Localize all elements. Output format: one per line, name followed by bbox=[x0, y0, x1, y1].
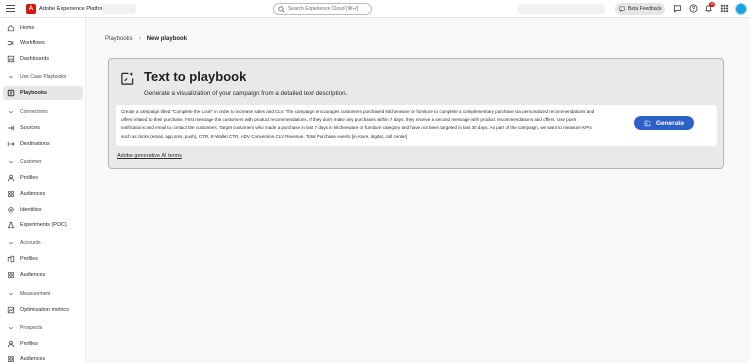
sidebar-item-label: Audiences bbox=[20, 272, 46, 278]
breadcrumb-separator: › bbox=[138, 36, 141, 42]
sidebar-item-sources[interactable]: Sources bbox=[0, 121, 86, 135]
fingerprint-icon bbox=[7, 206, 15, 214]
sidebar-item-label: Home bbox=[20, 25, 35, 31]
section-accounts[interactable]: Accounts bbox=[0, 237, 86, 249]
sidebar-item-label: Profiles bbox=[20, 175, 38, 181]
chevron-down-icon bbox=[8, 241, 14, 245]
avatar[interactable] bbox=[735, 3, 747, 15]
panel-title: Text to playbook bbox=[144, 69, 247, 84]
sidebar-item-label: Audiences bbox=[20, 356, 46, 362]
sidebar-item-label: Dashboards bbox=[20, 56, 50, 62]
sidebar-item-accounts-profiles[interactable]: Profiles bbox=[0, 252, 86, 266]
sidebar-item-optimization-metrics[interactable]: Optimization metrics bbox=[0, 303, 86, 317]
person-icon bbox=[7, 174, 15, 182]
search-icon bbox=[278, 5, 285, 13]
prompt-text[interactable]: Create a campaign titled "Complete the L… bbox=[121, 108, 596, 141]
generate-label: Generate bbox=[655, 119, 685, 127]
search-placeholder: Search Experience Cloud [⌘+/] bbox=[288, 6, 359, 12]
sidebar-item-label: Audiences bbox=[20, 191, 46, 197]
audiences-icon bbox=[7, 355, 15, 363]
home-icon bbox=[7, 24, 15, 32]
sidebar-item-dashboards[interactable]: Dashboards bbox=[0, 52, 86, 66]
flask-icon bbox=[7, 221, 15, 229]
sidebar-item-experiments[interactable]: Experiments (POC) bbox=[0, 218, 86, 232]
sidebar-item-prospects-audiences[interactable]: Audiences bbox=[0, 352, 86, 363]
dashboard-icon bbox=[7, 55, 15, 63]
sidebar-item-customer-profiles[interactable]: Profiles bbox=[0, 171, 86, 185]
beta-feedback-button[interactable]: Beta Feedback bbox=[615, 3, 665, 15]
building-icon bbox=[7, 255, 15, 263]
sidebar-item-destinations[interactable]: Destinations bbox=[0, 137, 86, 151]
sidebar-item-label: Profiles bbox=[20, 256, 38, 262]
menu-icon[interactable] bbox=[6, 4, 15, 13]
sidebar-item-prospects-profiles[interactable]: Profiles bbox=[0, 337, 86, 351]
generate-icon bbox=[644, 120, 651, 126]
audiences-icon bbox=[7, 271, 15, 279]
breadcrumb: Playbooks › New playbook bbox=[105, 36, 187, 42]
sandbox-switcher[interactable] bbox=[518, 4, 605, 14]
section-label: Use Case Playbooks bbox=[20, 74, 67, 80]
prompt-textarea[interactable]: Create a campaign titled "Complete the L… bbox=[116, 105, 717, 146]
section-label: Prospects bbox=[20, 325, 43, 331]
generate-ai-icon bbox=[121, 71, 134, 85]
sidebar-item-label: Profiles bbox=[20, 341, 38, 347]
beta-feedback-label: Beta Feedback bbox=[628, 6, 662, 12]
sidebar: Home Workflows Dashboards Use Case Playb… bbox=[0, 18, 86, 363]
section-use-case-playbooks[interactable]: Use Case Playbooks bbox=[0, 71, 86, 83]
section-label: Accounts bbox=[20, 240, 41, 246]
sidebar-item-label: Destinations bbox=[20, 141, 50, 147]
sidebar-item-label: Experiments (POC) bbox=[20, 222, 67, 228]
chat-icon[interactable] bbox=[673, 4, 682, 13]
chevron-down-icon bbox=[8, 160, 14, 164]
sidebar-item-label: Optimization metrics bbox=[20, 307, 69, 313]
chevron-down-icon bbox=[8, 326, 14, 330]
sidebar-item-accounts-audiences[interactable]: Audiences bbox=[0, 268, 86, 282]
person-icon bbox=[7, 340, 15, 348]
ai-terms-link[interactable]: Adobe generative AI terms bbox=[117, 153, 182, 159]
sidebar-item-home[interactable]: Home bbox=[0, 21, 86, 35]
generate-button[interactable]: Generate bbox=[634, 116, 694, 130]
chevron-down-icon bbox=[8, 75, 14, 79]
sidebar-item-customer-audiences[interactable]: Audiences bbox=[0, 187, 86, 201]
panel-subtitle: Generate a visualization of your campaig… bbox=[144, 90, 348, 97]
section-measurement[interactable]: Measurement bbox=[0, 288, 86, 300]
section-label: Connections bbox=[20, 109, 48, 115]
sidebar-item-identities[interactable]: Identities bbox=[0, 203, 86, 217]
top-bar: A Adobe Experience Platform Search Exper… bbox=[0, 0, 750, 18]
workflow-icon bbox=[7, 39, 15, 47]
sidebar-item-workflows[interactable]: Workflows bbox=[0, 36, 86, 50]
feedback-icon bbox=[619, 6, 625, 12]
section-connections[interactable]: Connections bbox=[0, 106, 86, 118]
logo-letter: A bbox=[28, 6, 34, 12]
sidebar-item-playbooks[interactable]: Playbooks bbox=[3, 86, 83, 100]
search-field[interactable]: Search Experience Cloud [⌘+/] bbox=[273, 3, 372, 15]
org-switcher[interactable] bbox=[102, 4, 136, 14]
section-customer[interactable]: Customer bbox=[0, 156, 86, 168]
sidebar-item-label: Identities bbox=[20, 207, 42, 213]
metrics-icon bbox=[7, 306, 15, 314]
chevron-down-icon bbox=[8, 110, 14, 114]
app-title[interactable]: Adobe Experience Platform bbox=[39, 4, 107, 14]
adobe-logo[interactable]: A bbox=[26, 4, 36, 14]
sidebar-item-label: Sources bbox=[20, 125, 40, 131]
sources-icon bbox=[7, 124, 15, 132]
notification-badge: 10 bbox=[709, 2, 715, 7]
help-icon[interactable] bbox=[689, 4, 698, 13]
playbook-icon bbox=[7, 89, 15, 97]
apps-grid-icon[interactable] bbox=[720, 4, 729, 13]
chevron-down-icon bbox=[8, 292, 14, 296]
text-to-playbook-panel: Text to playbook Generate a visualizatio… bbox=[108, 58, 724, 169]
section-label: Customer bbox=[20, 159, 42, 165]
sidebar-item-label: Workflows bbox=[20, 40, 45, 46]
section-label: Measurement bbox=[20, 291, 51, 297]
destinations-icon bbox=[7, 140, 15, 148]
breadcrumb-current: New playbook bbox=[146, 36, 188, 42]
audiences-icon bbox=[7, 190, 15, 198]
section-prospects[interactable]: Prospects bbox=[0, 322, 86, 334]
breadcrumb-playbooks-link[interactable]: Playbooks bbox=[105, 36, 133, 42]
sidebar-item-label: Playbooks bbox=[20, 90, 47, 96]
